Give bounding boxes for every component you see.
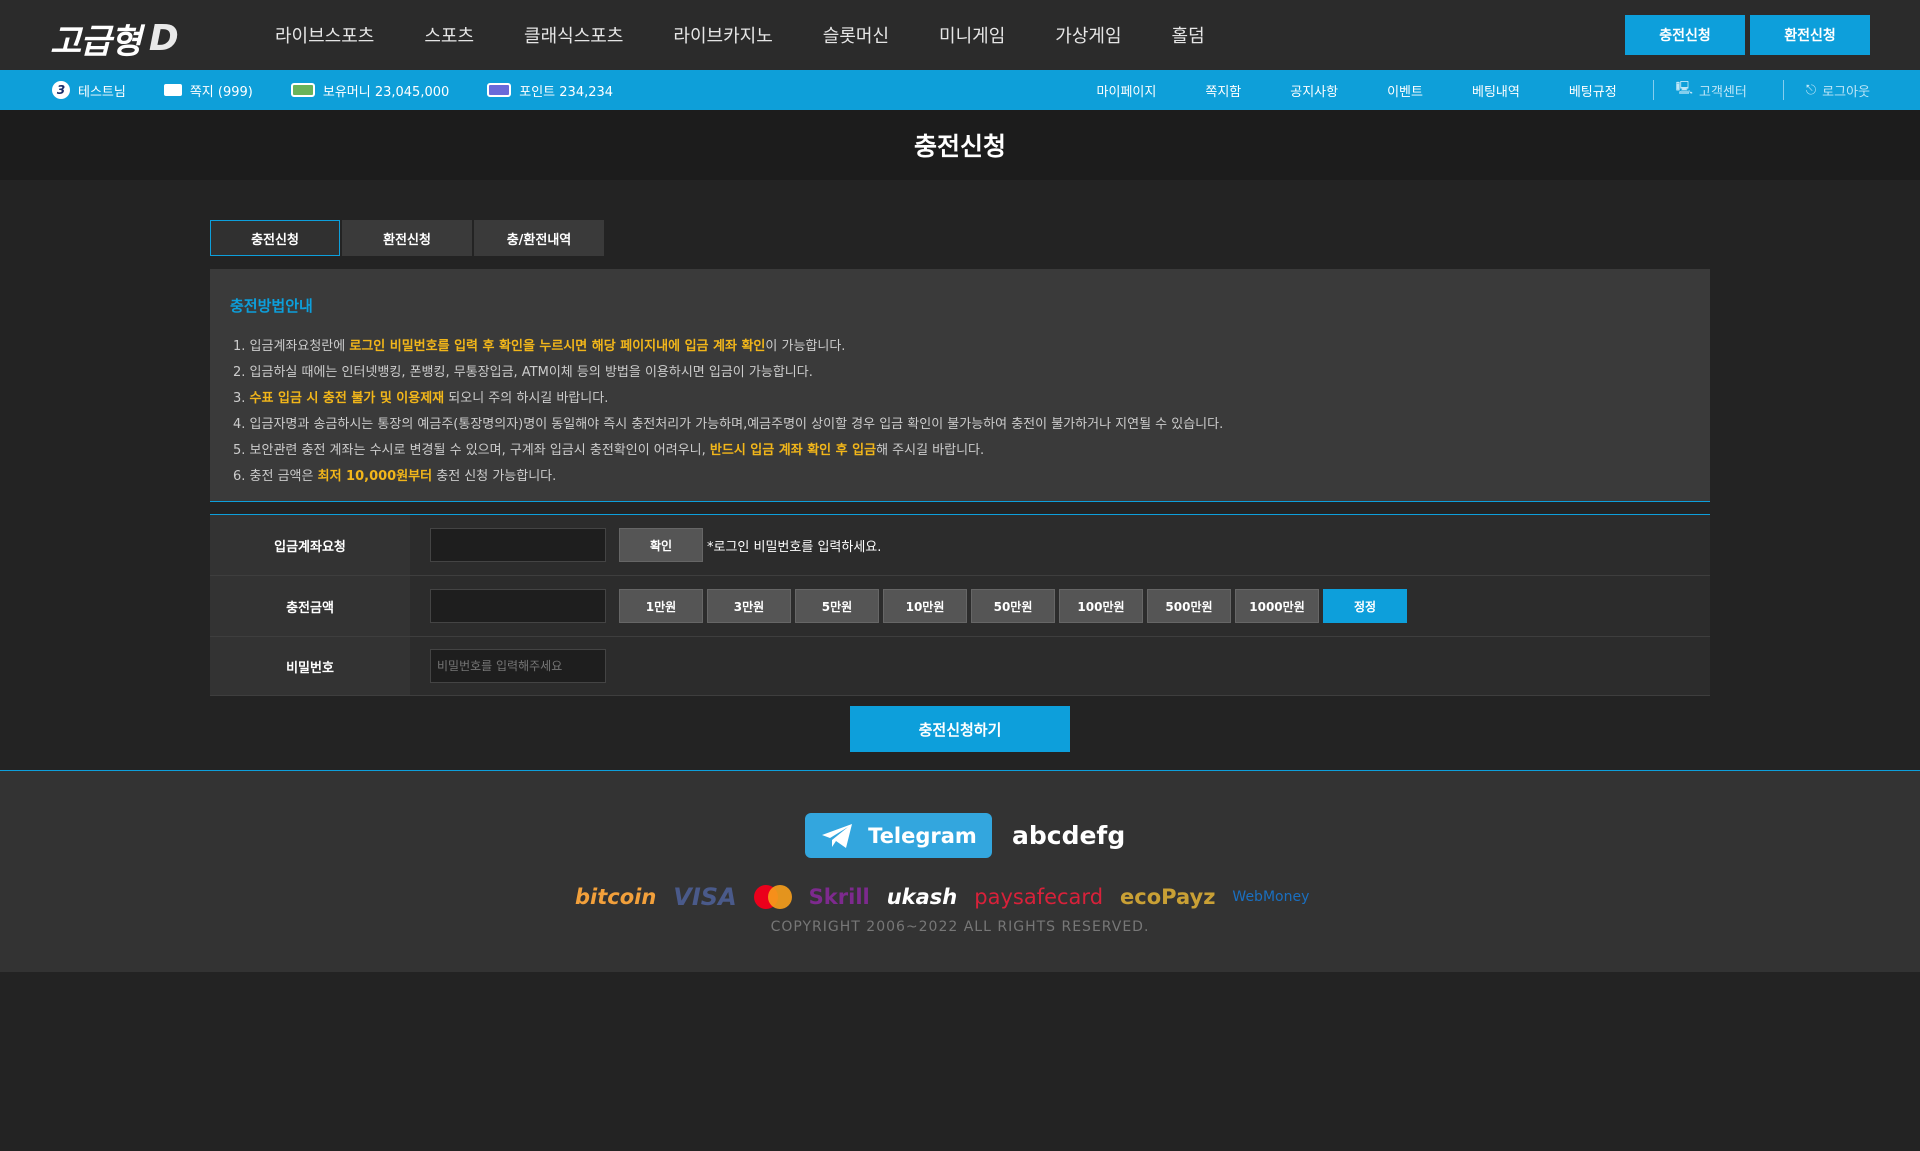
account-password-input[interactable]: [430, 528, 606, 562]
charge-guide: 충전방법안내 1. 입금계좌요청란에 로그인 비밀번호를 입력 후 확인을 누르…: [210, 269, 1710, 502]
reset-button[interactable]: 정정: [1323, 589, 1407, 623]
point-icon: [487, 83, 512, 97]
link-event[interactable]: 이벤트: [1387, 81, 1423, 100]
ukash-logo: ukash: [886, 885, 958, 909]
main-nav: 라이브스포츠 스포츠 클래식스포츠 라이브카지노 슬롯머신 미니게임 가상게임 …: [275, 0, 1255, 70]
mastercard-logo: [753, 885, 792, 909]
link-inbox[interactable]: 쪽지함: [1205, 81, 1241, 100]
telegram-icon: [822, 823, 853, 848]
amount-label: 충전금액: [210, 576, 410, 636]
nav-holdem[interactable]: 홀덤: [1172, 22, 1205, 48]
exchange-button[interactable]: 환전신청: [1750, 15, 1870, 55]
support-link[interactable]: 🖳 고객센터: [1676, 79, 1747, 101]
divider: [1652, 80, 1654, 100]
copyright: COPYRIGHT 2006~2022 ALL RIGHTS RESERVED.: [770, 919, 1150, 935]
guide-line-2: 2. 입금하실 때에는 인터넷뱅킹, 폰뱅킹, 무통장입금, ATM이체 등의 …: [233, 365, 813, 380]
visa-logo: VISA: [673, 883, 737, 911]
guide-line-3: 3. 수표 입금 시 충전 불가 및 이용제재 되오니 주의 하시길 바랍니다.: [233, 391, 609, 406]
bitcoin-logo: bitcoin: [575, 885, 657, 909]
link-bet-history[interactable]: 베팅내역: [1472, 81, 1520, 100]
footer: Telegram abcdefg bitcoin VISA Skrill uka…: [0, 770, 1920, 972]
tab-exchange[interactable]: 환전신청: [342, 220, 472, 256]
ecopayz-logo: ecoPayz: [1120, 885, 1216, 909]
site-logo[interactable]: 고급형 D: [50, 14, 179, 63]
money-amount: 보유머니 23,045,000: [322, 84, 450, 100]
payment-logos: bitcoin VISA Skrill ukash paysafecard ec…: [575, 883, 1309, 911]
envelope-icon: [163, 84, 182, 96]
amount-1m-button[interactable]: 100만원: [1059, 589, 1143, 623]
link-notice[interactable]: 공지사항: [1290, 81, 1338, 100]
points-amount: 포인트 234,234: [519, 84, 614, 100]
nav-virtual-game[interactable]: 가상게임: [1055, 22, 1121, 48]
top-bar: 고급형 D 라이브스포츠 스포츠 클래식스포츠 라이브카지노 슬롯머신 미니게임 …: [0, 0, 1920, 70]
confirm-button[interactable]: 확인: [619, 528, 703, 562]
account-request-label: 입금계좌요청: [210, 515, 410, 575]
skrill-logo: Skrill: [808, 885, 870, 909]
points-info: 포인트 234,234: [487, 81, 613, 100]
amount-50k-button[interactable]: 5만원: [795, 589, 879, 623]
password-label: 비밀번호: [210, 637, 410, 695]
telegram-label: Telegram: [868, 823, 977, 848]
amount-100k-button[interactable]: 10만원: [883, 589, 967, 623]
amount-10k-button[interactable]: 1만원: [619, 589, 703, 623]
submit-charge-button[interactable]: 충전신청하기: [850, 706, 1070, 752]
logout-link[interactable]: ⎋ 로그아웃: [1806, 81, 1870, 100]
amount-500k-button[interactable]: 50만원: [971, 589, 1055, 623]
amount-10m-button[interactable]: 1000만원: [1235, 589, 1319, 623]
amount-input[interactable]: [430, 589, 606, 623]
password-input[interactable]: [430, 649, 606, 683]
account-note: *로그인 비밀번호를 입력하세요.: [707, 539, 882, 555]
telegram-button[interactable]: Telegram: [805, 813, 992, 858]
support-label: 고객센터: [1699, 84, 1747, 100]
nav-live-sports[interactable]: 라이브스포츠: [275, 22, 374, 48]
headset-icon: 🖳: [1675, 81, 1694, 96]
charge-form: 입금계좌요청 확인 *로그인 비밀번호를 입력하세요. 충전금액 1만원 3만원…: [210, 514, 1710, 696]
paysafecard-logo: paysafecard: [974, 885, 1104, 909]
amount-5m-button[interactable]: 500만원: [1147, 589, 1231, 623]
user-info-bar: 3 테스트님 쪽지 (999) 보유머니 23,045,000 포인트 234,2…: [0, 70, 1920, 110]
money-icon: [290, 83, 315, 97]
level-badge: 3: [52, 81, 70, 99]
money-info: 보유머니 23,045,000: [290, 81, 450, 100]
tab-charge[interactable]: 충전신청: [210, 220, 340, 256]
tab-history[interactable]: 충/환전내역: [474, 220, 604, 256]
link-bet-rules[interactable]: 베팅규정: [1569, 81, 1617, 100]
nav-slot[interactable]: 슬롯머신: [823, 22, 889, 48]
divider: [1782, 80, 1784, 100]
charge-button[interactable]: 충전신청: [1625, 15, 1745, 55]
webmoney-logo: WebMoney: [1232, 889, 1310, 905]
guide-title: 충전방법안내: [230, 297, 313, 315]
nav-classic-sports[interactable]: 클래식스포츠: [524, 22, 623, 48]
nav-sports[interactable]: 스포츠: [424, 22, 474, 48]
nav-live-casino[interactable]: 라이브카지노: [673, 22, 772, 48]
tab-bar: 충전신청 환전신청 충/환전내역: [210, 220, 1710, 256]
guide-line-6: 6. 충전 금액은 최저 10,000원부터 충전 신청 가능합니다.: [233, 469, 557, 484]
link-mypage[interactable]: 마이페이지: [1097, 81, 1157, 100]
messages-link[interactable]: 쪽지 (999): [163, 81, 253, 100]
charge-panel: 충전신청 환전신청 충/환전내역 충전방법안내 1. 입금계좌요청란에 로그인 …: [210, 220, 1710, 752]
nav-mini-game[interactable]: 미니게임: [939, 22, 1005, 48]
username: 테스트님: [78, 84, 126, 100]
guide-line-5: 5. 보안관련 충전 계좌는 수시로 변경될 수 있으며, 구계좌 입금시 충전…: [233, 443, 985, 458]
logout-icon: ⎋: [1805, 82, 1817, 98]
guide-line-1: 1. 입금계좌요청란에 로그인 비밀번호를 입력 후 확인을 누르시면 해당 페…: [233, 339, 846, 354]
amount-30k-button[interactable]: 3만원: [707, 589, 791, 623]
logout-label: 로그아웃: [1822, 84, 1870, 100]
guide-line-4: 4. 입금자명과 송금하시는 통장의 예금주(통장명의자)명이 동일해야 즉시 …: [233, 417, 1224, 432]
user-level: 3 테스트님: [52, 81, 126, 100]
page-title: 충전신청: [0, 110, 1920, 180]
messages-count: 쪽지 (999): [189, 84, 253, 100]
telegram-id: abcdefg: [1012, 821, 1126, 850]
